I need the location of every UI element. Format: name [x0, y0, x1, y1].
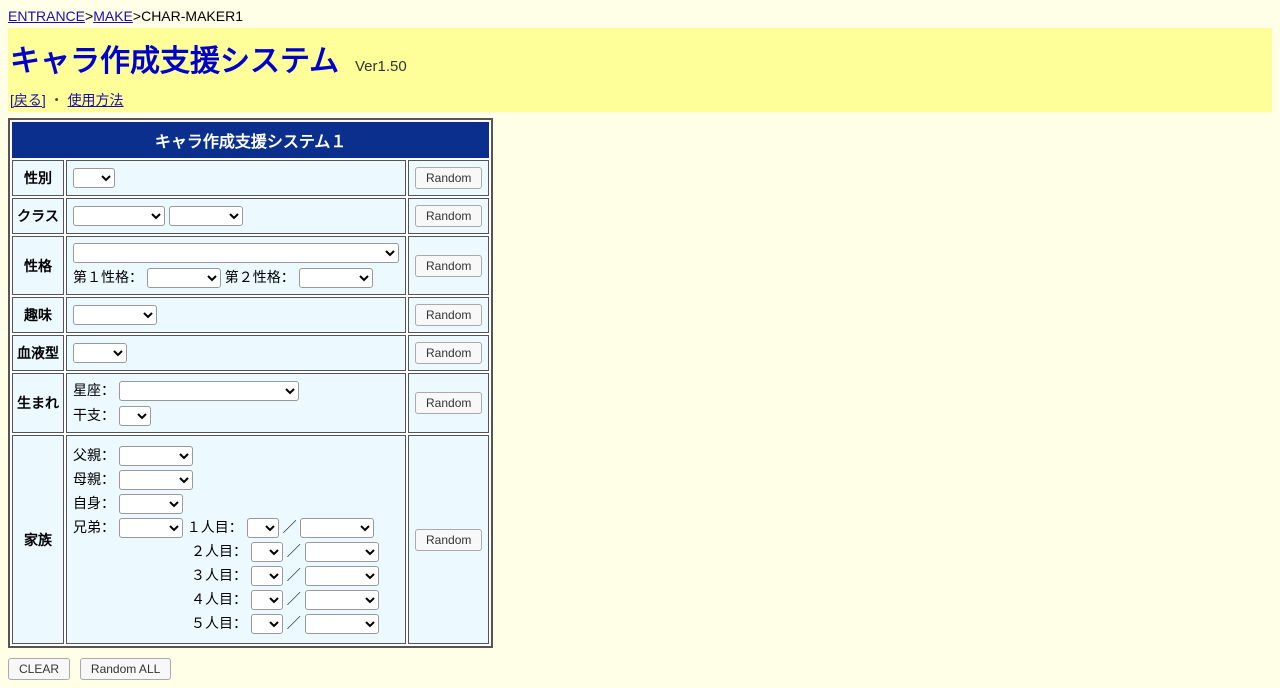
random-birth-button[interactable]: Random — [415, 392, 482, 414]
father-select[interactable] — [119, 446, 193, 466]
self-select[interactable] — [119, 494, 183, 514]
random-class-button[interactable]: Random — [415, 205, 482, 227]
sib4-a-select[interactable] — [251, 590, 283, 610]
row-gender: 性別 Random — [12, 160, 489, 196]
label-birth: 生まれ — [12, 373, 64, 433]
main-table: キャラ作成支援システム１ 性別 Random クラス Random — [8, 118, 493, 648]
class-select-1[interactable] — [73, 206, 165, 226]
label-sib1: １人目： — [187, 519, 243, 535]
blood-select[interactable] — [73, 343, 127, 363]
label-self: 自身： — [73, 495, 115, 511]
label-sib4: ４人目： — [191, 591, 247, 607]
row-hobby: 趣味 Random — [12, 297, 489, 333]
random-family-button[interactable]: Random — [415, 529, 482, 551]
label-personality-2: 第２性格： — [225, 269, 295, 285]
siblings-count-select[interactable] — [119, 518, 183, 538]
label-sib3: ３人目： — [191, 567, 247, 583]
back-link[interactable]: [戻る] — [10, 92, 46, 108]
sib5-b-select[interactable] — [305, 614, 379, 634]
label-hobby: 趣味 — [12, 297, 64, 333]
slash-4: ／ — [287, 591, 301, 607]
random-all-button[interactable]: Random ALL — [80, 658, 171, 680]
breadcrumb-entrance[interactable]: ENTRANCE — [8, 8, 85, 24]
eto-select[interactable] — [119, 406, 151, 426]
row-family: 家族 父親： 母親： 自身： 兄弟： １人目： — [12, 435, 489, 644]
sib3-a-select[interactable] — [251, 566, 283, 586]
random-blood-button[interactable]: Random — [415, 342, 482, 364]
breadcrumb-current: CHAR-MAKER1 — [141, 8, 243, 24]
sib1-a-select[interactable] — [247, 518, 279, 538]
random-personality-button[interactable]: Random — [415, 255, 482, 277]
row-personality: 性格 第１性格： 第２性格： Random — [12, 236, 489, 295]
label-sib5: ５人目： — [191, 615, 247, 631]
zodiac-select[interactable] — [119, 381, 299, 401]
table-header: キャラ作成支援システム１ — [12, 122, 489, 158]
row-birth: 生まれ 星座： 干支： Random — [12, 373, 489, 433]
label-gender: 性別 — [12, 160, 64, 196]
page-title: キャラ作成支援システム — [10, 45, 339, 78]
label-family: 家族 — [12, 435, 64, 644]
slash-2: ／ — [287, 543, 301, 559]
bullet: ・ — [50, 92, 64, 108]
label-siblings: 兄弟： — [73, 519, 115, 535]
label-eto: 干支： — [73, 407, 115, 423]
sib5-a-select[interactable] — [251, 614, 283, 634]
usage-link[interactable]: 使用方法 — [68, 92, 124, 108]
label-blood: 血液型 — [12, 335, 64, 371]
label-father: 父親： — [73, 447, 115, 463]
sib2-a-select[interactable] — [251, 542, 283, 562]
breadcrumb: ENTRANCE>MAKE>CHAR-MAKER1 — [8, 8, 1272, 24]
subnav: [戻る] ・ 使用方法 — [8, 88, 1272, 112]
random-hobby-button[interactable]: Random — [415, 304, 482, 326]
label-class: クラス — [12, 198, 64, 234]
row-class: クラス Random — [12, 198, 489, 234]
label-sib2: ２人目： — [191, 543, 247, 559]
label-personality-1: 第１性格： — [73, 269, 143, 285]
hobby-select[interactable] — [73, 305, 157, 325]
mother-select[interactable] — [119, 470, 193, 490]
breadcrumb-make[interactable]: MAKE — [93, 8, 133, 24]
personality-1-select[interactable] — [147, 268, 221, 288]
slash-1: ／ — [283, 519, 297, 535]
sib3-b-select[interactable] — [305, 566, 379, 586]
label-mother: 母親： — [73, 471, 115, 487]
sib1-b-select[interactable] — [300, 518, 374, 538]
title-bar: キャラ作成支援システム Ver1.50 — [8, 28, 1272, 88]
version-label: Ver1.50 — [355, 58, 407, 75]
label-zodiac: 星座： — [73, 382, 115, 398]
personality-main-select[interactable] — [73, 243, 399, 263]
slash-3: ／ — [287, 567, 301, 583]
slash-5: ／ — [287, 615, 301, 631]
label-personality: 性格 — [12, 236, 64, 295]
sib2-b-select[interactable] — [305, 542, 379, 562]
sib4-b-select[interactable] — [305, 590, 379, 610]
random-gender-button[interactable]: Random — [415, 167, 482, 189]
personality-2-select[interactable] — [299, 268, 373, 288]
class-select-2[interactable] — [169, 206, 243, 226]
gender-select[interactable] — [73, 168, 115, 188]
footer-buttons: CLEAR Random ALL — [8, 658, 1272, 680]
row-blood: 血液型 Random — [12, 335, 489, 371]
clear-button[interactable]: CLEAR — [8, 658, 70, 680]
